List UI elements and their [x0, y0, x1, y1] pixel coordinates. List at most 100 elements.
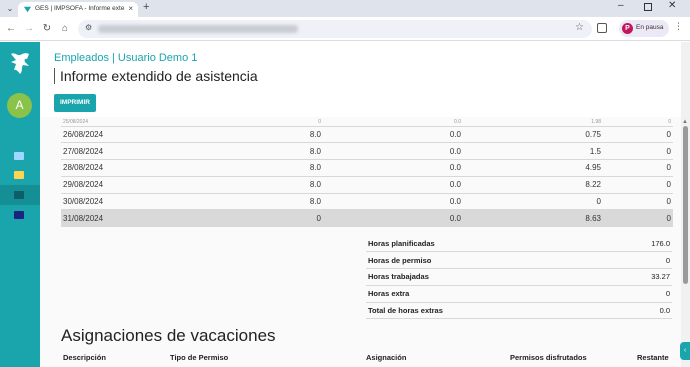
table-row: 29/08/2024 8.0 0.0 8.22 0 — [61, 176, 673, 194]
scroll-up-icon[interactable]: ▲ — [682, 119, 688, 125]
summary-label: Total de horas extras — [366, 302, 604, 320]
row-value: 8.63 — [463, 209, 603, 228]
row-value: 0 — [171, 209, 323, 228]
address-bar[interactable]: ⚙ ☆ — [78, 20, 592, 38]
summary-value: 176.0 — [603, 235, 672, 253]
vacations-col-used: Permisos disfrutados — [510, 353, 587, 362]
row-value: 0 — [463, 193, 603, 211]
new-tab-button[interactable]: + — [143, 1, 149, 13]
table-row: 27/08/2024 8.0 0.0 1.5 0 — [61, 142, 673, 161]
calendar-icon — [14, 152, 24, 160]
app-sidebar: A — [0, 42, 40, 367]
row-value: 0.0 — [323, 176, 463, 194]
minimize-icon[interactable]: – — [618, 0, 624, 11]
row-date: 30/08/2024 — [61, 193, 171, 211]
row-value: 0.0 — [323, 118, 463, 127]
profile-status: En pausa — [636, 24, 664, 31]
table-row: 25/08/2024 0 0.0 1.98 0 — [61, 118, 673, 127]
table-row: 26/08/2024 8.0 0.0 0.75 0 — [61, 126, 673, 144]
row-value: 8.0 — [171, 159, 323, 177]
browser-toolbar: ← → ↻ ⌂ ⚙ ☆ P En pausa ⋮ — [0, 17, 690, 41]
sidebar-item-calendar[interactable] — [0, 146, 40, 166]
sidebar-item-employees[interactable] — [0, 185, 40, 205]
row-date: 31/08/2024 — [61, 209, 171, 228]
breadcrumb: Empleados | Usuario Demo 1 — [54, 52, 197, 64]
summary-label: Horas trabajadas — [366, 268, 604, 286]
main-content: Empleados | Usuario Demo 1 Informe extendi… — [40, 42, 682, 367]
summary-label: Horas extra — [366, 285, 604, 303]
row-value: 0 — [603, 159, 673, 177]
forward-icon[interactable]: → — [22, 22, 36, 36]
browser-menu-icon[interactable]: ⋮ — [674, 21, 683, 32]
profile-avatar: P — [622, 23, 633, 34]
summary-value: 33.27 — [603, 268, 672, 286]
app-logo[interactable] — [7, 50, 33, 76]
bookmark-star-icon[interactable]: ☆ — [575, 22, 584, 33]
vacations-col-remaining: Restante — [637, 353, 669, 362]
summary-value: 0 — [603, 251, 672, 270]
row-value: 0.75 — [463, 126, 603, 144]
page-title: Informe extendido de asistencia — [54, 68, 258, 84]
summary-label: Horas de permiso — [366, 251, 604, 270]
row-date: 26/08/2024 — [61, 126, 171, 144]
attendance-table: 25/08/2024 0 0.0 1.98 0 26/08/2024 8.0 0.0 0.75 0… — [61, 118, 673, 228]
table-row: 30/08/2024 8.0 0.0 0 0 — [61, 193, 673, 211]
summary-row: Horas de permiso 0 — [366, 251, 672, 270]
browser-tab[interactable]: GES | IMPSOFA - Informe exte × — [18, 2, 138, 17]
back-icon[interactable]: ← — [4, 22, 18, 36]
browser-tab-strip: ⌄ GES | IMPSOFA - Informe exte × + – ✕ — [0, 0, 690, 17]
site-info-icon[interactable]: ⚙ — [85, 23, 92, 32]
row-value: 8.0 — [171, 142, 323, 161]
summary-table: Horas planificadas 176.0 Horas de permiso 0… — [366, 235, 672, 320]
row-value: 0.0 — [323, 126, 463, 144]
summary-label: Horas planificadas — [366, 235, 604, 253]
row-date: 27/08/2024 — [61, 142, 171, 161]
table-row: 28/08/2024 8.0 0.0 4.95 0 — [61, 159, 673, 177]
row-value: 8.0 — [171, 176, 323, 194]
row-value: 8.0 — [171, 193, 323, 211]
row-value: 1.5 — [463, 142, 603, 161]
row-value: 0 — [171, 118, 323, 127]
window-close-icon[interactable]: ✕ — [668, 0, 676, 11]
row-date: 25/08/2024 — [61, 118, 171, 127]
vacations-col-allocation: Asignación — [366, 353, 407, 362]
row-value: 0 — [603, 118, 673, 127]
summary-value: 0 — [603, 285, 672, 303]
vacations-col-description: Descripción — [63, 353, 106, 362]
favicon-icon — [23, 6, 32, 13]
print-button[interactable]: IMPRIMIR — [54, 94, 96, 112]
tab-title: GES | IMPSOFA - Informe exte — [35, 5, 125, 12]
reload-icon[interactable]: ↻ — [40, 22, 54, 36]
home-icon[interactable]: ⌂ — [58, 22, 72, 36]
summary-row: Horas extra 0 — [366, 285, 672, 303]
row-value: 0 — [603, 142, 673, 161]
sidebar-item-reports[interactable] — [0, 205, 40, 225]
profile-button[interactable]: P En pausa — [619, 20, 669, 37]
sidebar-item-documents[interactable] — [0, 165, 40, 185]
maximize-icon[interactable] — [644, 3, 652, 11]
vacations-title: Asignaciones de vacaciones — [61, 326, 276, 345]
row-value: 0 — [603, 209, 673, 228]
extensions-icon[interactable] — [597, 23, 607, 33]
row-value: 8.22 — [463, 176, 603, 194]
folder-icon — [14, 191, 24, 199]
tab-close-icon[interactable]: × — [128, 4, 133, 13]
row-date: 29/08/2024 — [61, 176, 171, 194]
row-value: 0 — [603, 176, 673, 194]
tab-search-icon[interactable]: ⌄ — [4, 3, 16, 14]
document-icon — [14, 171, 24, 179]
page-scrollbar[interactable]: ▲ — [681, 42, 690, 367]
breadcrumb-employees[interactable]: Empleados — [54, 52, 109, 64]
user-avatar[interactable]: A — [7, 93, 32, 118]
row-value: 4.95 — [463, 159, 603, 177]
row-value: 0 — [603, 126, 673, 144]
summary-row: Horas planificadas 176.0 — [366, 235, 672, 253]
row-value: 0 — [603, 193, 673, 211]
row-value: 0.0 — [323, 193, 463, 211]
summary-row: Total de horas extras 0.0 — [366, 302, 672, 320]
scroll-thumb[interactable] — [683, 126, 688, 284]
breadcrumb-user[interactable]: Usuario Demo 1 — [118, 52, 197, 64]
row-value: 0.0 — [323, 159, 463, 177]
blurred-url — [98, 25, 298, 33]
side-panel-toggle-icon[interactable]: ‹ — [680, 342, 690, 360]
